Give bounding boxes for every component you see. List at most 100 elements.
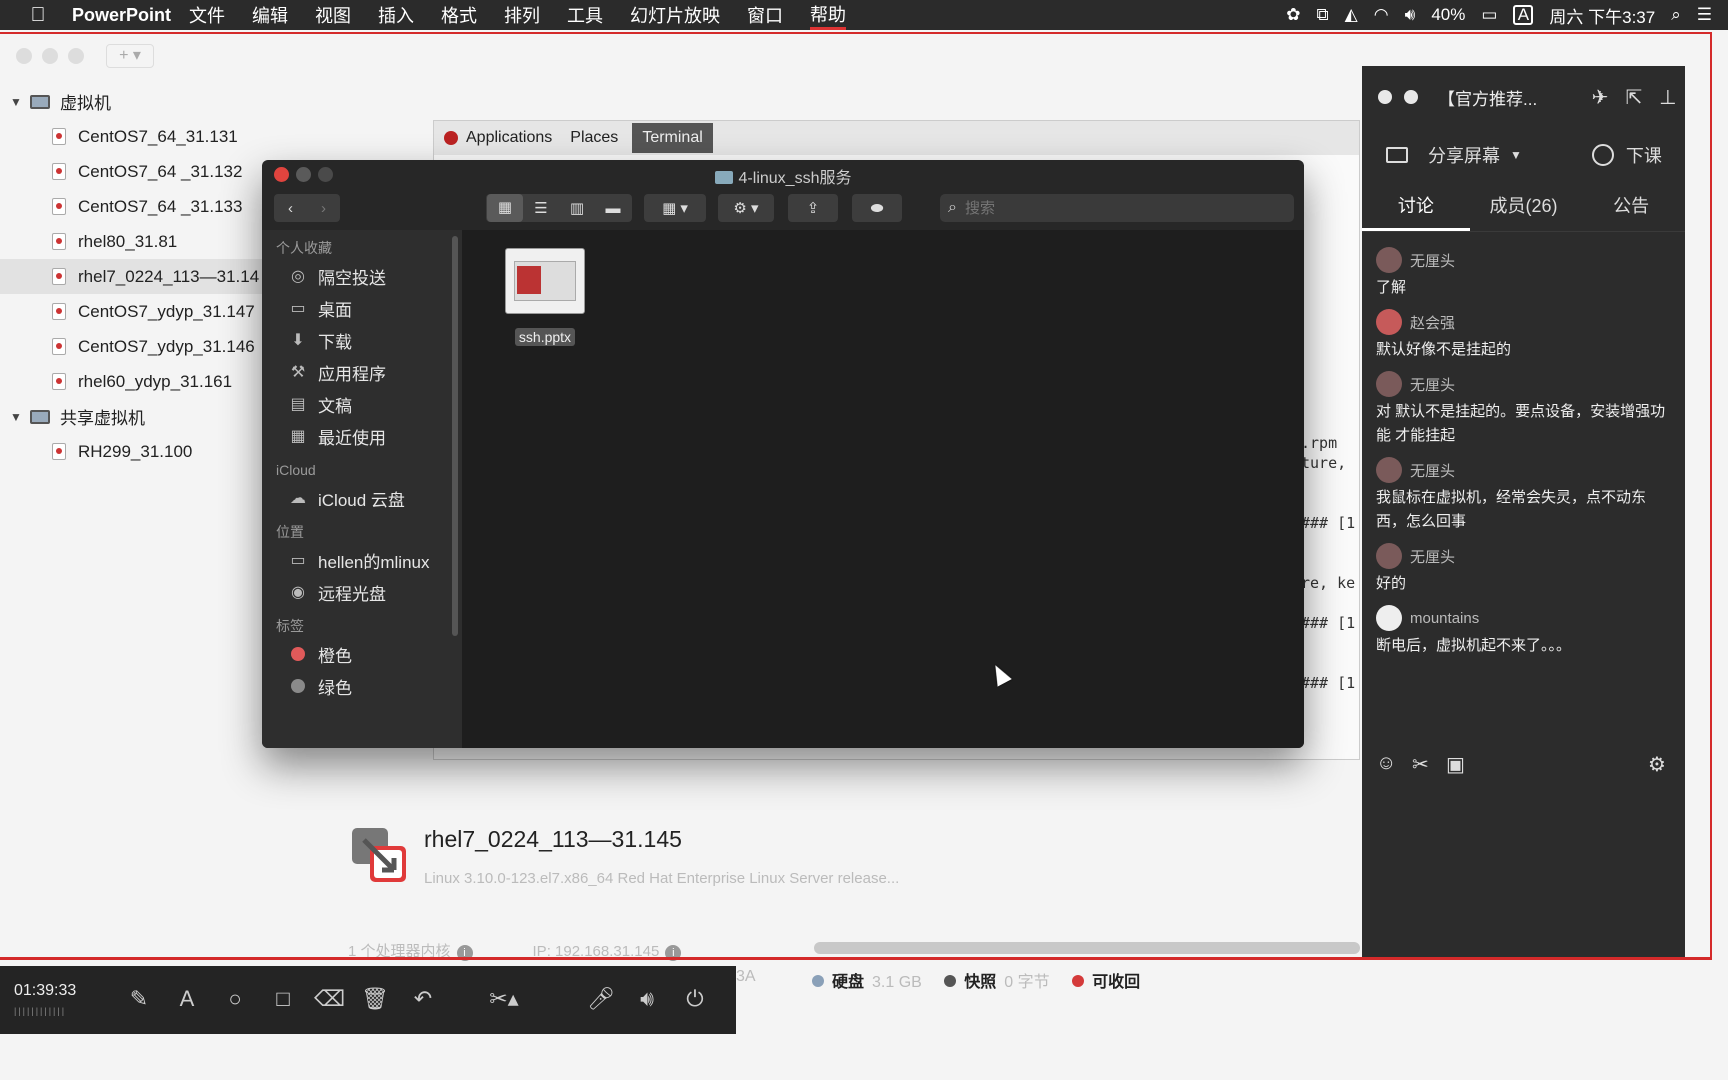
applications-icon: ⚒ [290,364,306,381]
disclosure-triangle-icon[interactable]: ▼ [10,95,22,109]
image-icon[interactable]: ▣ [1446,752,1465,777]
sidebar-item-tag-green[interactable]: 绿色 [262,670,462,702]
search-field[interactable]: ⌕ [940,194,1294,222]
action-button[interactable]: ⚙ ▾ [718,194,774,222]
share-screen-button[interactable]: 分享屏幕 [1428,142,1500,168]
menu-help[interactable]: 帮助 [810,1,847,30]
sidebar-item-desktop[interactable]: ▭ 桌面 [262,292,462,324]
wifi-icon[interactable]: ◠ [1374,5,1389,25]
horizontal-scrollbar[interactable] [814,942,1360,954]
scissors-icon[interactable]: ✂▴ [484,984,524,1014]
app-menu[interactable]: PowerPoint [72,5,171,26]
chat-message-list[interactable]: 无厘头 了解 赵会强 默认好像不是挂起的 无厘头 对 默认不是挂起的。要点设备，… [1362,244,1685,664]
sidebar-item-icloud-drive[interactable]: ☁ iCloud 云盘 [262,482,462,514]
disclosure-triangle-icon[interactable]: ▼ [10,410,22,424]
pen-icon[interactable]: ✎ [124,984,154,1014]
end-class-button[interactable]: 下课 [1626,142,1662,168]
export-icon[interactable]: ⇱ [1617,85,1651,110]
menu-edit[interactable]: 编辑 [252,2,288,28]
circle-tool-icon[interactable]: ○ [220,984,250,1014]
sidebar-item-remote-disc[interactable]: ◉ 远程光盘 [262,576,462,608]
eraser-icon[interactable]: ⌫ [314,984,345,1014]
search-input[interactable] [964,199,1265,217]
vmware-status-icon[interactable]: ◭ [1345,5,1358,25]
window-title: 4-linux_ssh服务 [262,164,1304,188]
sidebar-item-label: 下载 [318,332,352,352]
sidebar-item-documents[interactable]: ▤ 文稿 [262,388,462,420]
column-view-icon[interactable]: ▥ [559,199,595,217]
pin-icon[interactable]: ⊥ [1651,85,1685,110]
clock[interactable]: 周六 下午3:37 [1549,3,1655,28]
menu-slideshow[interactable]: 幻灯片放映 [630,2,720,28]
sidebar-item-applications[interactable]: ⚒ 应用程序 [262,356,462,388]
tab-members[interactable]: 成员(26) [1470,182,1578,231]
window-minimize-dot[interactable] [1404,90,1418,104]
info-icon[interactable]: i [665,945,682,961]
sidebar-scrollbar[interactable] [452,236,458,636]
window-switch-icon[interactable]: ⧉ [1317,5,1329,25]
sidebar-item-computer[interactable]: ▭ hellen的mlinux [262,544,462,576]
icon-view-icon[interactable]: ▦ [487,194,523,222]
menu-file[interactable]: 文件 [189,2,225,28]
forward-button[interactable]: › [307,200,340,217]
spotlight-icon[interactable]: ⌕ [1671,5,1681,25]
window-zoom-inactive[interactable] [68,48,84,64]
menu-format[interactable]: 格式 [441,2,477,28]
list-view-icon[interactable]: ☰ [523,199,559,217]
window-minimize-inactive[interactable] [42,48,58,64]
notification-center-icon[interactable]: ☰ [1697,5,1712,25]
chevron-down-icon[interactable]: ▼ [1510,148,1522,162]
power-icon[interactable]: ⏻ [680,984,710,1014]
emoji-icon[interactable]: ☺ [1376,752,1396,775]
add-vm-button[interactable]: + ▾ [106,44,154,68]
text-tool-icon[interactable]: A [172,984,202,1014]
file-name[interactable]: ssh.pptx [514,328,576,346]
share-button[interactable]: ⇪ [788,194,838,222]
finder-content[interactable]: ssh.pptx [462,230,1304,748]
microphone-icon[interactable]: 🎤︎ [586,984,616,1014]
apple-menu-icon[interactable]:  [18,4,58,27]
sidebar-item-tag-orange[interactable]: 橙色 [262,638,462,670]
trash-icon[interactable]: 🗑︎ [360,984,390,1014]
group-by-button[interactable]: ▦ ▾ [644,194,706,222]
cloud-icon: ☁ [290,490,306,507]
menu-window[interactable]: 窗口 [747,2,783,28]
volume-icon[interactable]: 🔊︎ [1405,5,1416,25]
send-icon[interactable]: ✈ [1583,85,1617,110]
rectangle-tool-icon[interactable]: □ [268,984,298,1014]
sidebar-item-downloads[interactable]: ⬇ 下载 [262,324,462,356]
menu-tools[interactable]: 工具 [567,2,603,28]
battery-percent[interactable]: 40% [1431,5,1465,25]
author-name: 赵会强 [1410,314,1456,332]
gnome-places-menu[interactable]: Places [570,129,618,147]
recorder-status-icon[interactable]: ✿ [1286,5,1300,25]
menu-insert[interactable]: 插入 [378,2,414,28]
gallery-view-icon[interactable]: ▬ [595,200,631,217]
window-close-inactive[interactable] [16,48,32,64]
speaker-icon[interactable]: 🔊︎ [632,984,662,1014]
vm-running-icon [52,268,66,285]
scissors-icon[interactable]: ✂ [1412,752,1429,777]
window-close-dot[interactable] [1378,90,1392,104]
vm-item[interactable]: CentOS7_64_31.131 [0,119,320,154]
gnome-terminal-task[interactable]: Terminal [632,123,713,153]
disk-value: 3.1 GB [872,974,922,991]
info-icon[interactable]: i [456,945,473,961]
file-item[interactable]: ssh.pptx [502,248,588,347]
undo-icon[interactable]: ↶ [408,984,438,1014]
menu-view[interactable]: 视图 [315,2,351,28]
sidebar-item-label: 绿色 [318,678,352,698]
battery-icon[interactable]: ▭ [1481,5,1497,25]
library-group-vms[interactable]: ▼ 虚拟机 [0,84,320,119]
input-method-icon[interactable]: A [1513,5,1534,25]
tab-discussion[interactable]: 讨论 [1362,182,1470,231]
menu-arrange[interactable]: 排列 [504,2,540,28]
back-button[interactable]: ‹ [274,200,307,217]
tag-button[interactable]: ⬬ [852,194,902,222]
gnome-applications-menu[interactable]: Applications [466,129,552,147]
tab-announcement[interactable]: 公告 [1577,182,1685,231]
sidebar-item-airdrop[interactable]: ◎ 隔空投送 [262,260,462,292]
sidebar-item-recents[interactable]: ▦ 最近使用 [262,420,462,452]
settings-gear-icon[interactable]: ⚙ [1648,752,1666,777]
